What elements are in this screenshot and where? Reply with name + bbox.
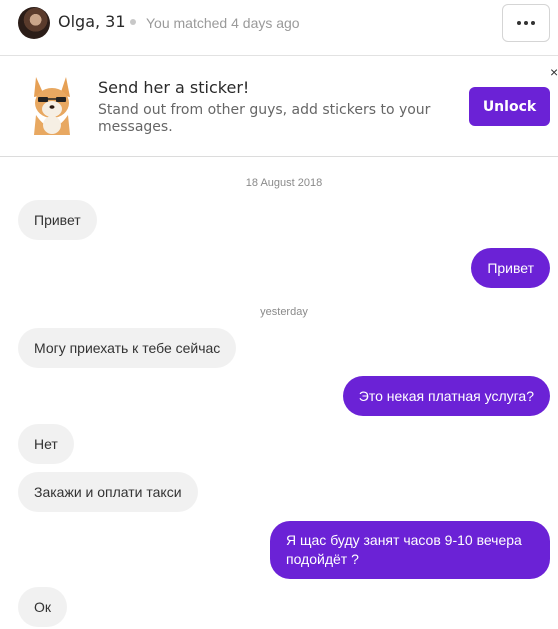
message-incoming[interactable]: Привет: [18, 200, 97, 240]
promo-title: Send her a sticker!: [98, 78, 250, 97]
message-outgoing[interactable]: Это некая платная услуга?: [342, 376, 550, 416]
separator-dot: [130, 19, 136, 25]
matched-time: You matched 4 days ago: [146, 15, 300, 31]
message-incoming[interactable]: Закажи и оплати такси: [18, 472, 198, 512]
more-options-button[interactable]: [502, 4, 550, 42]
message-outgoing[interactable]: Я щас буду занят часов 9-10 вечера подой…: [270, 521, 550, 579]
match-name[interactable]: Olga, 31: [58, 12, 126, 31]
date-divider: yesterday: [260, 306, 308, 318]
date-divider: 18 August 2018: [245, 177, 323, 189]
close-icon[interactable]: ×: [550, 65, 558, 79]
avatar[interactable]: [18, 7, 50, 39]
message-incoming[interactable]: Могу приехать к тебе сейчас: [18, 328, 237, 368]
message-incoming[interactable]: Нет: [18, 424, 74, 464]
sticker-promo-banner: Send her a sticker! Stand out from other…: [0, 57, 558, 157]
message-incoming[interactable]: Ок: [18, 587, 68, 627]
promo-text: Stand out from other guys, add stickers …: [98, 102, 431, 135]
more-horizontal-icon: [517, 21, 535, 25]
chat-header: Olga, 31 You matched 4 days ago: [0, 0, 558, 56]
unlock-button[interactable]: Unlock: [469, 87, 550, 126]
message-outgoing[interactable]: Привет: [471, 248, 550, 288]
dog-sticker-icon: [34, 77, 70, 135]
